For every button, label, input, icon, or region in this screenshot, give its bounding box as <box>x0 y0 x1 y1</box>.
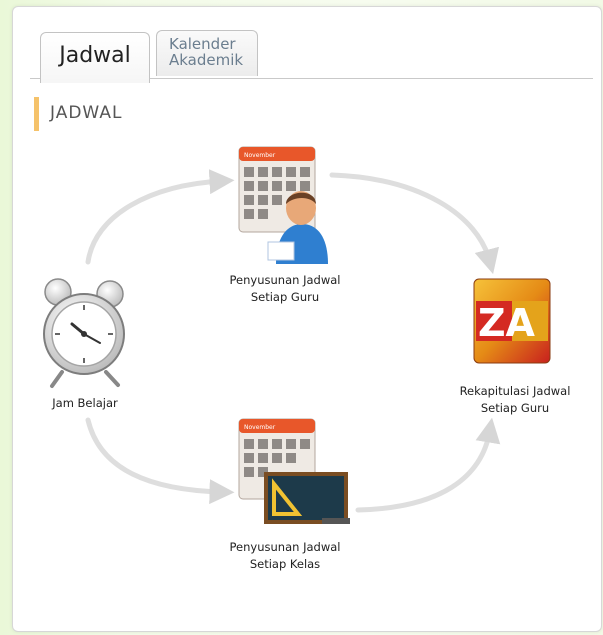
rekap-label-line1: Rekapitulasi Jadwal <box>459 384 571 398</box>
za-icon-text: ZA <box>478 301 536 345</box>
kelas-label: Penyusunan Jadwal Setiap Kelas <box>210 539 360 573</box>
rekap-label-line2: Setiap Guru <box>480 401 550 415</box>
arrow-kelas-to-rekap <box>355 417 501 513</box>
svg-text:November: November <box>244 152 276 159</box>
guru-label-line1: Penyusunan Jadwal <box>229 273 341 287</box>
svg-text:November: November <box>244 424 276 431</box>
jam-belajar-label: Jam Belajar <box>52 396 118 410</box>
guru-label: Penyusunan Jadwal Setiap Guru <box>210 272 360 306</box>
calendar-person-icon[interactable]: November <box>238 146 330 268</box>
tab-jadwal-label: Jadwal <box>59 43 131 68</box>
arrow-jam-to-guru <box>85 169 235 265</box>
arrow-jam-to-kelas <box>85 417 235 505</box>
arrow-guru-to-rekap <box>329 172 500 275</box>
kelas-label-line2: Setiap Kelas <box>249 557 321 571</box>
guru-label-line2: Setiap Guru <box>250 290 320 304</box>
tab-jadwal[interactable]: Jadwal <box>40 32 150 83</box>
za-sort-icon[interactable]: ZA <box>472 277 554 373</box>
alarm-clock-icon[interactable] <box>40 272 135 394</box>
rekap-label: Rekapitulasi Jadwal Setiap Guru <box>440 383 590 417</box>
kelas-label-line1: Penyusunan Jadwal <box>229 540 341 554</box>
calendar-blackboard-icon[interactable]: November <box>238 418 360 532</box>
